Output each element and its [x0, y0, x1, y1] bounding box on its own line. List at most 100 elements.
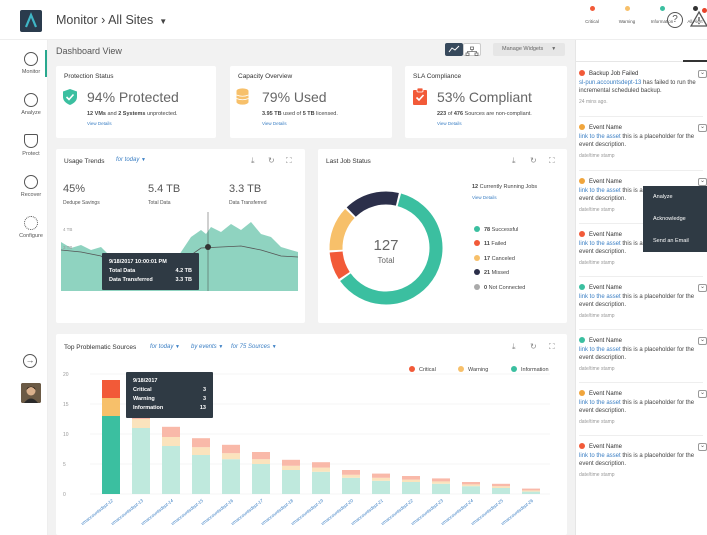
bar-information[interactable] — [132, 428, 150, 494]
bar-information[interactable] — [462, 486, 480, 494]
sidebar-item-protect[interactable]: Protect — [11, 134, 51, 157]
bar-information[interactable] — [192, 455, 210, 494]
protection-view-details-link[interactable]: View Details — [87, 121, 112, 126]
bar-warning[interactable] — [192, 447, 210, 455]
bar-information[interactable] — [312, 471, 330, 494]
donut-slice-missed[interactable] — [346, 191, 399, 217]
bar-critical[interactable] — [402, 476, 420, 480]
chart-view-toggle[interactable] — [445, 43, 463, 56]
bar-information[interactable] — [222, 459, 240, 494]
alert-item[interactable]: Event Name link to the asset this is a pl… — [579, 390, 703, 426]
bar-warning[interactable] — [462, 484, 480, 487]
bar-critical[interactable] — [162, 426, 180, 437]
capacity-view-details-link[interactable]: View Details — [262, 121, 287, 126]
sidebar-item-recover[interactable]: Recover — [11, 175, 51, 198]
bar-information[interactable] — [372, 480, 390, 494]
logout-icon[interactable]: → — [23, 354, 37, 368]
bar-information[interactable] — [162, 446, 180, 494]
events-filter-dropdown[interactable]: by events ▼ — [191, 344, 223, 350]
menu-item-analyze[interactable]: Analyze — [643, 186, 707, 208]
bar-warning[interactable] — [162, 437, 180, 446]
alert-asset-link[interactable]: link to the asset — [579, 294, 621, 300]
alert-options-icon[interactable]: ⌄ — [698, 443, 707, 451]
donut-slice-failed[interactable] — [329, 251, 350, 280]
bar-critical[interactable] — [462, 482, 480, 485]
time-filter-dropdown[interactable]: for today ▼ — [150, 344, 180, 350]
bar-information[interactable] — [522, 491, 540, 494]
bar-warning[interactable] — [312, 467, 330, 472]
bar-information[interactable] — [492, 488, 510, 494]
bar-warning[interactable] — [102, 398, 120, 416]
expand-icon[interactable]: ⛶ — [286, 156, 292, 166]
alert-options-icon[interactable]: ⌄ — [698, 390, 707, 398]
hierarchy-view-toggle[interactable] — [463, 43, 481, 56]
bar-warning[interactable] — [492, 486, 510, 488]
alert-item[interactable]: Event Name link to the asset this is a pl… — [579, 337, 703, 373]
alert-asset-link[interactable]: link to the asset — [579, 241, 621, 247]
bar-critical[interactable] — [372, 473, 390, 478]
alert-options-icon[interactable]: ⌄ — [698, 284, 707, 292]
tab-warning[interactable]: Warning — [613, 6, 641, 24]
bar-information[interactable] — [402, 482, 420, 494]
tab-all-alerts[interactable]: All Alert — [683, 6, 707, 24]
bar-warning[interactable] — [252, 459, 270, 464]
donut-slice-canceled[interactable] — [329, 209, 355, 251]
alert-options-icon[interactable]: ⌄ — [698, 178, 707, 186]
alert-item[interactable]: Backup Job Failed sl-pun.accountsdept-13 … — [579, 70, 703, 106]
bar-warning[interactable] — [432, 481, 450, 484]
alert-asset-link[interactable]: link to the asset — [579, 347, 621, 353]
bar-critical[interactable] — [102, 380, 120, 398]
sidebar-item-analyze[interactable]: Analyze — [11, 93, 51, 116]
tab-critical[interactable]: Critical — [580, 6, 604, 24]
avatar[interactable] — [21, 383, 41, 403]
bar-information[interactable] — [252, 464, 270, 494]
bar-warning[interactable] — [282, 465, 300, 470]
bar-warning[interactable] — [132, 419, 150, 428]
bar-information[interactable] — [342, 477, 360, 494]
sidebar-item-configure[interactable]: Configure — [11, 216, 51, 239]
sla-view-details-link[interactable]: View Details — [437, 121, 462, 126]
alert-options-icon[interactable]: ⌄ — [698, 337, 707, 345]
bar-critical[interactable] — [492, 483, 510, 487]
sidebar-item-monitor[interactable]: Monitor — [11, 52, 51, 75]
alert-item[interactable]: Event Name link to the asset this is a pl… — [579, 284, 703, 320]
alert-item[interactable]: Event Name link to the asset this is a pl… — [579, 124, 703, 160]
app-logo[interactable] — [20, 10, 42, 32]
chevron-down-icon[interactable]: ▼ — [159, 17, 167, 26]
bar-information[interactable] — [102, 416, 120, 494]
usage-filter-dropdown[interactable]: for today ▼ — [116, 157, 146, 163]
alert-options-icon[interactable]: ⌄ — [698, 124, 707, 132]
bar-critical[interactable] — [252, 452, 270, 460]
refresh-icon[interactable]: ↻ — [530, 342, 537, 351]
bar-warning[interactable] — [522, 490, 540, 492]
bar-critical[interactable] — [432, 478, 450, 482]
bar-information[interactable] — [432, 483, 450, 494]
menu-item-acknowledge[interactable]: Acknowledge — [643, 208, 707, 230]
alert-options-icon[interactable]: ⌄ — [698, 70, 707, 78]
download-icon[interactable]: ⤓ — [512, 342, 516, 352]
sources-filter-dropdown[interactable]: for 75 Sources ▼ — [231, 344, 277, 350]
alert-asset-link[interactable]: link to the asset — [579, 188, 621, 194]
manage-widgets-button[interactable]: Manage Widgets ▼ — [493, 43, 565, 56]
expand-icon[interactable]: ⛶ — [549, 156, 555, 166]
bar-critical[interactable] — [192, 438, 210, 448]
bar-warning[interactable] — [222, 453, 240, 460]
bar-information[interactable] — [282, 470, 300, 494]
download-icon[interactable]: ⤓ — [251, 156, 255, 166]
refresh-icon[interactable]: ↻ — [530, 156, 537, 165]
alert-item[interactable]: Event Name link to the asset this is a pl… — [579, 443, 703, 479]
alert-asset-link[interactable]: link to the asset — [579, 453, 621, 459]
refresh-icon[interactable]: ↻ — [268, 156, 275, 165]
bar-critical[interactable] — [312, 462, 330, 468]
bar-critical[interactable] — [522, 488, 540, 491]
bar-critical[interactable] — [222, 444, 240, 454]
download-icon[interactable]: ⤓ — [512, 156, 516, 166]
alert-asset-link[interactable]: sl-pun.accountsdept-13 — [579, 80, 641, 86]
bar-warning[interactable] — [402, 479, 420, 482]
alert-asset-link[interactable]: link to the asset — [579, 134, 621, 140]
bar-critical[interactable] — [342, 470, 360, 475]
alert-asset-link[interactable]: link to the asset — [579, 400, 621, 406]
bar-critical[interactable] — [282, 459, 300, 466]
bar-warning[interactable] — [372, 477, 390, 481]
bar-warning[interactable] — [342, 474, 360, 478]
